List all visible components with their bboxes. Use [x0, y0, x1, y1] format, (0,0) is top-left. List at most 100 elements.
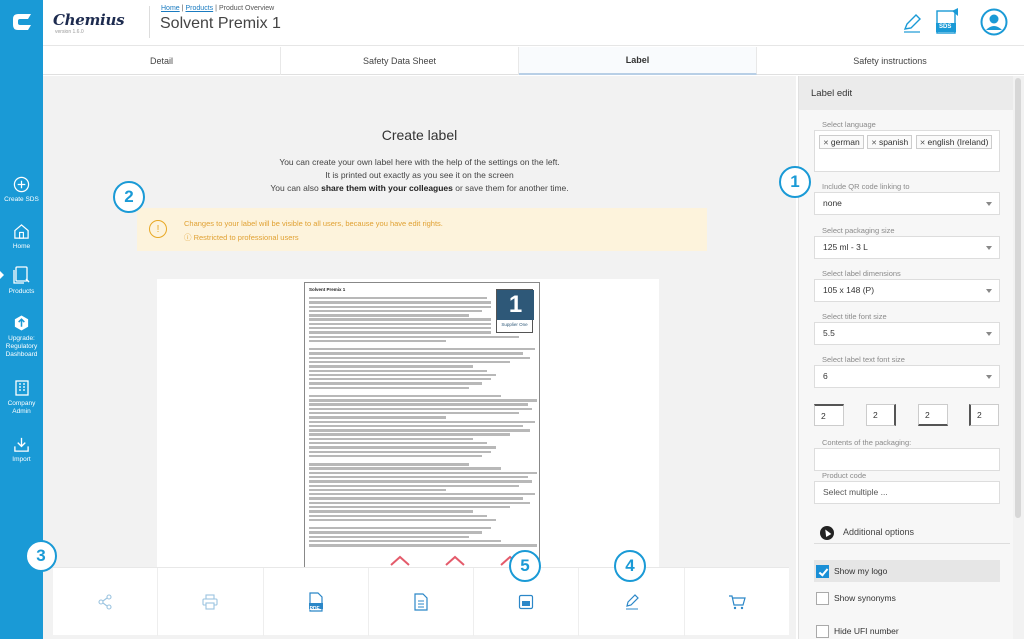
- chevron-up-icon[interactable]: [389, 555, 411, 567]
- label-text-line: [309, 378, 492, 381]
- cart-icon: [728, 595, 746, 610]
- rail-label-home: Home: [12, 243, 31, 250]
- breadcrumb-home[interactable]: Home: [161, 5, 180, 12]
- tab-safety-data-sheet[interactable]: Safety Data Sheet: [281, 47, 519, 75]
- qr-value: none: [823, 198, 842, 208]
- label-text-line: [309, 505, 510, 509]
- breadcrumb-products[interactable]: Products: [186, 5, 214, 12]
- label-text-line: [309, 475, 528, 479]
- chevron-up-icon[interactable]: [444, 555, 466, 567]
- brand-name[interactable]: Chemius: [53, 11, 125, 29]
- additional-options-header[interactable]: Additional options: [814, 524, 1010, 544]
- label-text-line: [309, 301, 492, 304]
- sds-icon: [936, 8, 958, 34]
- sds-button[interactable]: SDS: [934, 8, 960, 36]
- rail-item-home[interactable]: Home: [0, 223, 43, 251]
- pdf-button[interactable]: PDF: [264, 568, 369, 636]
- margin-right-input[interactable]: 2: [866, 404, 896, 426]
- upgrade-icon: [14, 315, 29, 331]
- rail-label-products: Products: [8, 288, 35, 295]
- label-text-line: [309, 450, 492, 453]
- breadcrumb: Home | Products | Product Overview: [161, 5, 275, 12]
- user-avatar-icon[interactable]: [980, 8, 1008, 36]
- share-button[interactable]: [53, 568, 159, 636]
- app-logo[interactable]: [0, 0, 43, 44]
- rail-item-import[interactable]: Import: [0, 436, 43, 464]
- label-text-line: [309, 544, 537, 547]
- label-text-line: [309, 305, 492, 308]
- title-font-value: 5.5: [823, 328, 835, 338]
- tab-label[interactable]: Label: [519, 47, 757, 75]
- label-text-line: [309, 527, 492, 530]
- brand-version: version 1.6.0: [55, 29, 84, 35]
- label-text-line: [309, 365, 474, 368]
- margin-top-input[interactable]: 2: [814, 404, 844, 426]
- label-text-line: [309, 382, 483, 385]
- order-label-button[interactable]: [685, 568, 789, 636]
- packaging-size-value: 125 ml - 3 L: [823, 242, 868, 252]
- label-text-line: [309, 531, 483, 534]
- show-logo-option[interactable]: Show my logo: [814, 560, 1000, 582]
- language-chip-label: german: [830, 137, 860, 147]
- label-text-line: [309, 407, 533, 411]
- rail-item-products[interactable]: Products: [0, 265, 43, 296]
- document-button[interactable]: [369, 568, 475, 636]
- remove-chip-icon[interactable]: ✕: [871, 140, 877, 147]
- language-chip[interactable]: ✕ spanish: [867, 135, 913, 149]
- label-product-title: Solvent Premix 1: [309, 287, 346, 292]
- caret-down-icon: [986, 289, 992, 293]
- remove-chip-icon[interactable]: ✕: [823, 140, 829, 147]
- label-text-line: [309, 326, 492, 330]
- label-text-line: [309, 322, 492, 326]
- margin-left-input[interactable]: 2: [969, 404, 999, 426]
- rail-item-create-sds[interactable]: Create SDS: [0, 176, 43, 204]
- show-synonyms-label: Show synonyms: [834, 593, 896, 603]
- show-synonyms-option[interactable]: Show synonyms: [814, 587, 1000, 609]
- additional-options-label: Additional options: [843, 527, 915, 537]
- packaging-size-select[interactable]: 125 ml - 3 L: [814, 236, 1000, 259]
- document-icon: [414, 593, 428, 611]
- language-chip[interactable]: ✕ german: [819, 135, 864, 149]
- label-text-line: [309, 318, 492, 321]
- hide-ufi-label: Hide UFI number: [834, 626, 899, 636]
- tab-detail[interactable]: Detail: [43, 47, 281, 75]
- rail-item-company-admin[interactable]: Company Admin: [0, 379, 43, 416]
- tab-safety-instructions[interactable]: Safety instructions: [757, 47, 1023, 75]
- qr-select[interactable]: none: [814, 192, 1000, 215]
- side-scrollbar-thumb[interactable]: [1015, 78, 1021, 518]
- language-chip-label: spanish: [878, 137, 909, 147]
- rail-label-upgrade: Upgrade: Regulatory Dashboard: [5, 335, 38, 358]
- show-logo-checkbox[interactable]: [816, 564, 829, 578]
- hide-ufi-checkbox[interactable]: [816, 624, 829, 638]
- label-edit-panel: Label edit Select language ✕ german ✕ span…: [798, 76, 1013, 639]
- label-text-line: [309, 484, 519, 487]
- edit-icon[interactable]: [901, 12, 923, 34]
- label-dimensions-select[interactable]: 105 x 148 (P): [814, 279, 1000, 302]
- contents-input[interactable]: [814, 448, 1000, 471]
- label-text-line: [309, 297, 487, 300]
- desc-line-3-bold: share them with your colleagues: [321, 183, 453, 193]
- print-button[interactable]: [158, 568, 264, 636]
- rail-item-upgrade[interactable]: Upgrade: Regulatory Dashboard: [0, 314, 43, 359]
- product-code-field: Product code Select multiple ...: [814, 471, 1000, 504]
- title-font-select[interactable]: 5.5: [814, 322, 1000, 345]
- qr-field: Include QR code linking to none: [814, 182, 1000, 215]
- language-chip[interactable]: ✕ english (Ireland): [915, 135, 993, 149]
- clock-warning-icon: !: [149, 220, 167, 238]
- language-select[interactable]: ✕ german ✕ spanish ✕ english (Ireland): [814, 130, 1000, 172]
- print-icon: [202, 594, 218, 610]
- plus-circle-icon: [13, 176, 30, 193]
- top-header: Chemius version 1.6.0 Home | Products | Prod…: [43, 0, 1024, 46]
- text-font-select[interactable]: 6: [814, 365, 1000, 388]
- caret-down-icon: [986, 375, 992, 379]
- margin-bottom-input[interactable]: 2: [918, 404, 948, 426]
- label-text-line: [309, 488, 446, 492]
- show-synonyms-checkbox[interactable]: [816, 591, 829, 605]
- label-text-line: [309, 433, 510, 436]
- label-text-line: [309, 454, 483, 458]
- product-code-select[interactable]: Select multiple ...: [814, 481, 1000, 504]
- remove-chip-icon[interactable]: ✕: [920, 140, 926, 147]
- hide-ufi-option[interactable]: Hide UFI number: [814, 620, 1000, 639]
- label-text-line: [309, 386, 469, 390]
- contents-label: Contents of the packaging:: [822, 438, 912, 447]
